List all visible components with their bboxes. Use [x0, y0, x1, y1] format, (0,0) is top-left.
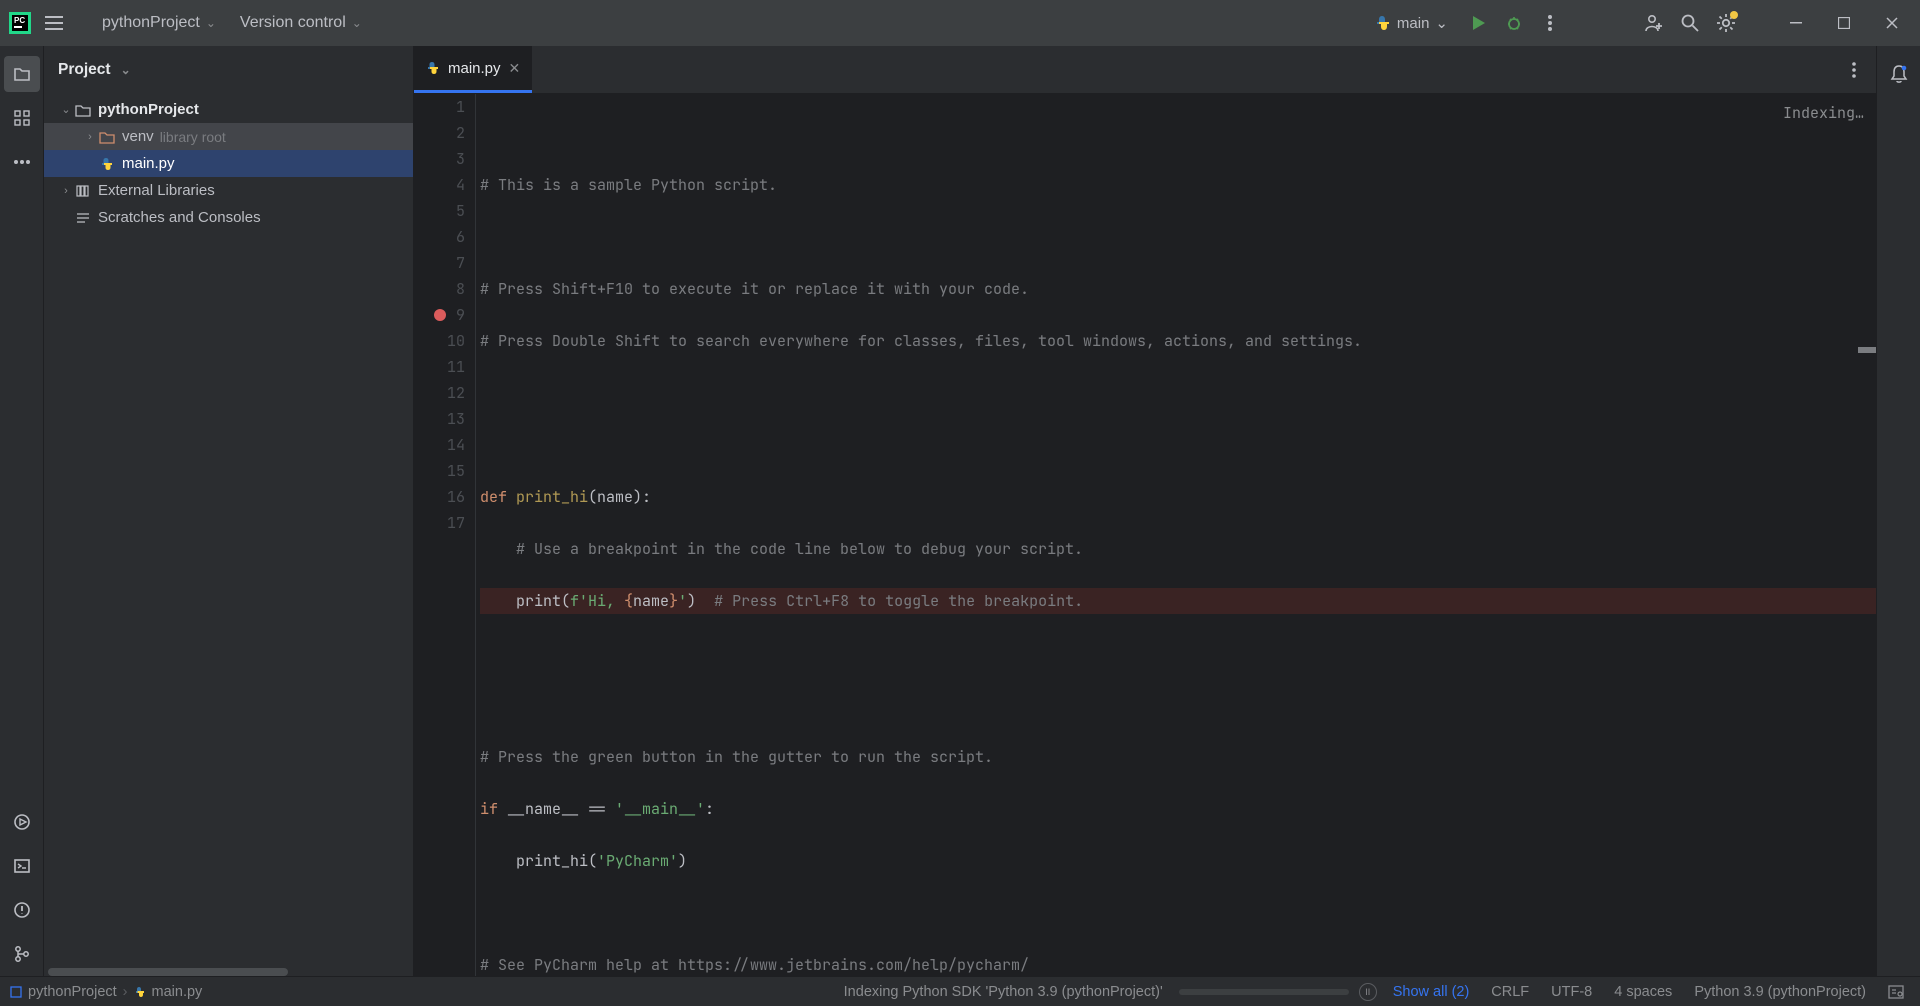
editor-tab-actions	[1840, 46, 1876, 93]
project-panel: Project ⌄ ⌄ pythonProject › venv library…	[44, 46, 414, 976]
project-panel-header[interactable]: Project ⌄	[44, 46, 413, 94]
tree-label: venv	[122, 128, 154, 145]
minimize-button[interactable]	[1776, 9, 1816, 37]
editor-tabs: main.py ✕	[414, 46, 1876, 94]
tree-label: External Libraries	[98, 182, 215, 199]
chevron-down-icon[interactable]: ⌄	[58, 103, 74, 116]
more-tool-button[interactable]	[4, 144, 40, 180]
breadcrumb-file: main.py	[152, 984, 203, 1000]
project-dropdown[interactable]: pythonProject ⌄	[94, 10, 224, 36]
notifications-button[interactable]	[1881, 56, 1917, 92]
more-actions-button[interactable]	[1536, 9, 1564, 37]
chevron-right-icon[interactable]: ›	[58, 185, 74, 197]
tree-item-main-py[interactable]: main.py	[44, 150, 413, 177]
gutter[interactable]: 12345678 9 1011121314151617	[414, 94, 476, 976]
encoding[interactable]: UTF-8	[1545, 984, 1598, 1000]
indexing-status: Indexing Python SDK 'Python 3.9 (pythonP…	[838, 984, 1169, 1000]
python-file-icon	[134, 986, 146, 998]
structure-tool-button[interactable]	[4, 100, 40, 136]
tab-more-icon[interactable]	[1840, 56, 1868, 84]
tree-item-venv[interactable]: › venv library root	[44, 123, 413, 150]
project-scrollbar[interactable]	[44, 968, 413, 976]
chevron-right-icon[interactable]: ›	[82, 131, 98, 143]
problems-tool-button[interactable]	[4, 892, 40, 928]
code-content[interactable]: Indexing… # This is a sample Python scri…	[476, 94, 1876, 976]
update-badge-icon	[1730, 11, 1738, 19]
library-icon	[74, 182, 92, 200]
python-file-icon	[98, 155, 116, 173]
chevron-down-icon: ⌄	[121, 63, 131, 77]
titlebar-left: PC pythonProject ⌄ Version control ⌄	[8, 9, 370, 37]
breadcrumb[interactable]: pythonProject › main.py	[10, 984, 202, 1000]
vcs-label: Version control	[240, 14, 346, 32]
breadcrumb-project: pythonProject	[28, 984, 117, 1000]
search-icon[interactable]	[1676, 9, 1704, 37]
indexing-progress	[1179, 989, 1349, 995]
tree-hint: library root	[160, 129, 226, 145]
main-area: Project ⌄ ⌄ pythonProject › venv library…	[0, 46, 1920, 976]
vcs-tool-button[interactable]	[4, 936, 40, 972]
interpreter[interactable]: Python 3.9 (pythonProject)	[1688, 984, 1872, 1000]
run-config-dropdown[interactable]: main ⌄	[1367, 10, 1456, 36]
titlebar-right: main ⌄	[1367, 9, 1912, 37]
scrollbar-thumb[interactable]	[48, 968, 288, 976]
right-toolstrip	[1876, 46, 1920, 976]
indexing-hint: Indexing…	[1783, 100, 1864, 126]
editor-area: main.py ✕ 12345678 9 1011121314151617 In…	[414, 46, 1876, 976]
left-toolstrip	[0, 46, 44, 976]
close-button[interactable]	[1872, 9, 1912, 37]
code-editor[interactable]: 12345678 9 1011121314151617 Indexing… # …	[414, 94, 1876, 976]
services-tool-button[interactable]	[4, 804, 40, 840]
tree-label: Scratches and Consoles	[98, 209, 261, 226]
chevron-right-icon: ›	[123, 984, 128, 1000]
reader-mode-icon[interactable]	[1882, 985, 1910, 999]
project-tool-button[interactable]	[4, 56, 40, 92]
maximize-button[interactable]	[1824, 9, 1864, 37]
python-file-icon	[426, 61, 440, 75]
project-panel-title: Project	[58, 61, 111, 79]
close-tab-button[interactable]: ✕	[509, 60, 521, 77]
run-button[interactable]	[1464, 9, 1492, 37]
folder-icon	[74, 101, 92, 119]
run-config-label: main	[1397, 15, 1430, 32]
line-separator[interactable]: CRLF	[1485, 984, 1535, 1000]
tree-label: main.py	[122, 155, 175, 172]
editor-tab-main-py[interactable]: main.py ✕	[414, 46, 532, 93]
pause-indexing-button[interactable]: II	[1359, 983, 1377, 1001]
tree-item-external-libs[interactable]: › External Libraries	[44, 177, 413, 204]
tree-item-scratches[interactable]: Scratches and Consoles	[44, 204, 413, 231]
code-with-me-icon[interactable]	[1640, 9, 1668, 37]
tree-root[interactable]: ⌄ pythonProject	[44, 96, 413, 123]
project-tree: ⌄ pythonProject › venv library root main…	[44, 94, 413, 968]
folder-icon	[98, 128, 116, 146]
module-icon	[10, 986, 22, 998]
editor-tab-label: main.py	[448, 60, 501, 77]
debug-button[interactable]	[1500, 9, 1528, 37]
breakpoint-icon[interactable]	[434, 309, 446, 321]
vcs-dropdown[interactable]: Version control ⌄	[232, 10, 370, 36]
project-name-label: pythonProject	[102, 14, 200, 32]
chevron-down-icon: ⌄	[1435, 14, 1448, 32]
error-stripe-marker[interactable]	[1858, 347, 1876, 353]
settings-icon[interactable]	[1712, 9, 1740, 37]
titlebar: PC pythonProject ⌄ Version control ⌄ mai…	[0, 0, 1920, 46]
chevron-down-icon: ⌄	[352, 16, 362, 30]
hamburger-icon[interactable]	[40, 9, 68, 37]
status-bar: pythonProject › main.py Indexing Python …	[0, 976, 1920, 1006]
terminal-tool-button[interactable]	[4, 848, 40, 884]
app-icon: PC	[8, 11, 32, 35]
svg-text:PC: PC	[14, 16, 25, 25]
tree-label: pythonProject	[98, 101, 199, 118]
show-all-link[interactable]: Show all (2)	[1387, 984, 1476, 1000]
indent[interactable]: 4 spaces	[1608, 984, 1678, 1000]
scratches-icon	[74, 209, 92, 227]
chevron-down-icon: ⌄	[206, 16, 216, 30]
